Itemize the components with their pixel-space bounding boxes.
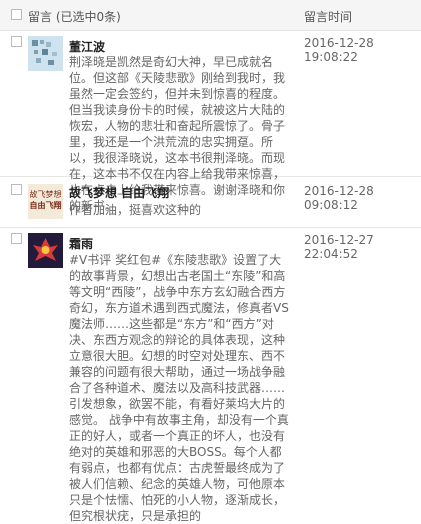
comment-row: 董江波 2016-12-28 19:08:22 荆泽晓是凯然是奇幻大神，早已成就…	[0, 31, 421, 213]
commenter-name[interactable]: 故飞梦想 自由飞翔	[69, 184, 169, 201]
commenter-name[interactable]: 霜雨	[69, 235, 93, 252]
comment-time: 2016-12-27 22:04:52	[304, 233, 374, 261]
comment-text: #V书评 奖红包#《东陵悲歌》设置了大的故事背景，幻想出古老国土“东陵”和高等文…	[69, 253, 289, 523]
comment-time: 2016-12-28 09:08:12	[304, 184, 374, 212]
time-column-header: 留言时间	[304, 10, 353, 24]
comment-column-header: 留言 (已选中0条)	[28, 10, 121, 24]
table-header: 留言 (已选中0条) 留言时间	[0, 0, 421, 31]
avatar[interactable]: 故飞梦想 自由飞翔	[28, 184, 63, 219]
avatar[interactable]	[28, 233, 63, 268]
avatar[interactable]	[28, 36, 63, 71]
select-all-checkbox[interactable]	[11, 9, 22, 20]
comment-text: 作者加油，挺喜欢这种的	[69, 203, 202, 217]
commenter-name[interactable]: 董江波	[69, 38, 105, 55]
comment-time: 2016-12-28 19:08:22	[304, 36, 374, 64]
row-checkbox[interactable]	[11, 36, 22, 47]
row-checkbox[interactable]	[11, 233, 22, 244]
comment-row: 霜雨 2016-12-27 22:04:52 #V书评 奖红包#《东陵悲歌》设置…	[0, 228, 421, 523]
row-checkbox[interactable]	[11, 184, 22, 195]
comment-row: 故飞梦想 自由飞翔 故飞梦想 自由飞翔 2016-12-28 09:08:12 …	[0, 177, 421, 228]
